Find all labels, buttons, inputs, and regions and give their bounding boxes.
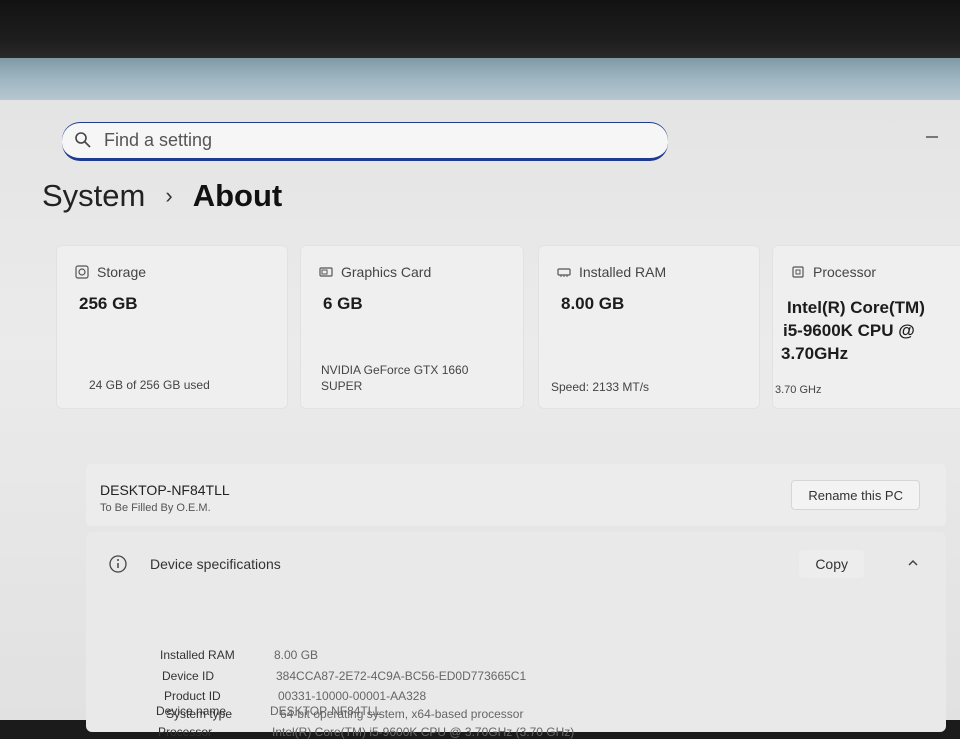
spec-row-installed-ram: Installed RAM 8.00 GB bbox=[160, 648, 318, 662]
device-name-card: DESKTOP-NF84TLL To Be Filled By O.E.M. R… bbox=[86, 464, 946, 526]
spec-row-product-id: Product ID 00331-10000-00001-AA328 bbox=[164, 689, 426, 703]
storage-icon bbox=[75, 265, 89, 279]
minimize-button[interactable] bbox=[926, 136, 938, 138]
storage-card[interactable]: Storage 256 GB 24 GB of 256 GB used bbox=[56, 245, 288, 409]
ram-value: 8.00 GB bbox=[561, 294, 625, 313]
graphics-card-icon bbox=[319, 267, 333, 277]
search-icon bbox=[75, 132, 91, 148]
storage-label: Storage bbox=[97, 264, 147, 280]
chevron-right-icon: › bbox=[165, 183, 173, 208]
page-title: About bbox=[192, 178, 283, 213]
graphics-model-line2: SUPER bbox=[321, 379, 363, 393]
spec-value: 00331-10000-00001-AA328 bbox=[278, 689, 427, 703]
settings-window: System › About Storage 256 GB 24 GB of 2… bbox=[0, 100, 960, 739]
spec-value: Intel(R) Core(TM) i5-9600K CPU @ 3.70GHz… bbox=[272, 725, 575, 739]
spec-value: 64-bit operating system, x64-based proce… bbox=[280, 707, 524, 721]
window-backdrop bbox=[0, 58, 960, 102]
ram-header: Installed RAM bbox=[557, 264, 666, 280]
ram-speed: Speed: 2133 MT/s bbox=[551, 380, 650, 394]
processor-value-line2: i5-9600K CPU @ bbox=[783, 321, 915, 340]
specs-header[interactable]: Device specifications bbox=[108, 554, 281, 574]
spec-row-device-id: Device ID 384CCA87-2E72-4C9A-BC56-ED0D77… bbox=[162, 669, 526, 683]
storage-header: Storage bbox=[75, 264, 146, 280]
spec-row-system-type: System type 64-bit operating system, x64… bbox=[166, 707, 523, 721]
processor-card[interactable]: Processor Intel(R) Core(TM) i5-9600K CPU… bbox=[772, 245, 960, 409]
copy-button[interactable]: Copy bbox=[799, 550, 864, 578]
storage-usage: 24 GB of 256 GB used bbox=[89, 378, 210, 392]
storage-value: 256 GB bbox=[79, 294, 138, 313]
spec-key: Processor bbox=[158, 725, 213, 739]
ram-card[interactable]: Installed RAM 8.00 GB Speed: 2133 MT/s bbox=[538, 245, 760, 409]
device-manufacturer: To Be Filled By O.E.M. bbox=[100, 502, 211, 514]
info-icon bbox=[109, 555, 127, 573]
breadcrumb: System › About bbox=[42, 178, 282, 214]
processor-value-line3: 3.70GHz bbox=[781, 344, 849, 363]
processor-label: Processor bbox=[813, 264, 877, 280]
processor-icon bbox=[792, 266, 804, 278]
spec-key: System type bbox=[166, 707, 233, 721]
spec-key: Product ID bbox=[164, 689, 221, 703]
processor-speed: 3.70 GHz bbox=[775, 384, 822, 396]
graphics-card[interactable]: Graphics Card 6 GB NVIDIA GeForce GTX 16… bbox=[300, 245, 524, 409]
chevron-up-icon[interactable] bbox=[906, 556, 920, 570]
spec-row-processor: Processor Intel(R) Core(TM) i5-9600K CPU… bbox=[158, 725, 574, 739]
graphics-header: Graphics Card bbox=[319, 264, 431, 280]
processor-value-line1: Intel(R) Core(TM) bbox=[787, 298, 925, 317]
processor-header: Processor bbox=[791, 264, 876, 280]
specs-title: Device specifications bbox=[150, 556, 281, 572]
graphics-label: Graphics Card bbox=[341, 264, 432, 280]
search-input[interactable] bbox=[102, 128, 626, 152]
spec-value: 384CCA87-2E72-4C9A-BC56-ED0D773665C1 bbox=[276, 669, 527, 683]
spec-key: Device ID bbox=[162, 669, 215, 683]
device-name: DESKTOP-NF84TLL bbox=[100, 482, 230, 498]
rename-pc-button[interactable]: Rename this PC bbox=[791, 480, 920, 510]
breadcrumb-system[interactable]: System bbox=[42, 178, 145, 214]
spec-value: 8.00 GB bbox=[274, 648, 319, 662]
ram-label: Installed RAM bbox=[579, 264, 667, 280]
search-box[interactable] bbox=[62, 122, 668, 161]
graphics-value: 6 GB bbox=[323, 294, 363, 313]
monitor-bezel bbox=[0, 0, 960, 58]
graphics-model-line1: NVIDIA GeForce GTX 1660 bbox=[321, 363, 469, 377]
ram-icon bbox=[557, 268, 571, 277]
spec-key: Installed RAM bbox=[160, 648, 235, 662]
